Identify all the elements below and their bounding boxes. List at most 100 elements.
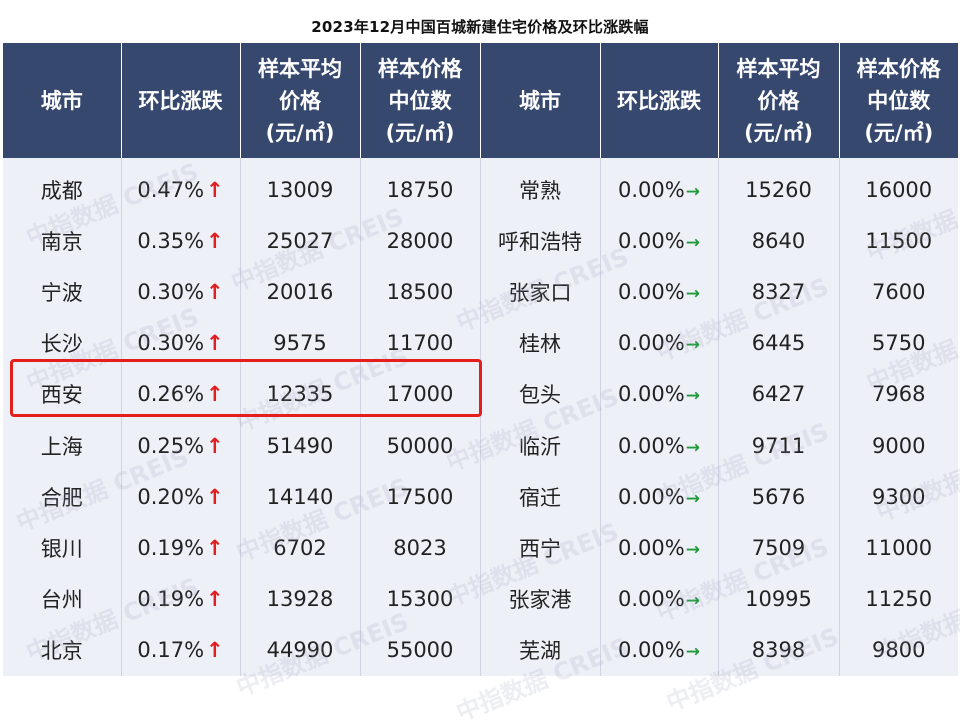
header-unit: (元/㎡) — [265, 120, 335, 145]
avg-price-cell-value: 8327 — [751, 279, 806, 304]
avg-price-cell: 6445 — [717, 317, 839, 369]
arrow-right-icon: → — [685, 232, 700, 253]
city-cell-value: 芜湖 — [519, 639, 561, 664]
arrow-up-icon: ↑ — [206, 177, 224, 202]
median-price-cell: 8023 — [359, 522, 480, 574]
mom-change-cell: 0.20%↑ — [120, 471, 240, 523]
city-cell-value: 南京 — [40, 229, 83, 254]
arrow-up-icon: ↑ — [206, 228, 224, 253]
avg-price-cell: 7509 — [717, 522, 839, 574]
avg-price-cell: 14140 — [239, 471, 360, 523]
arrow-up-icon: ↑ — [206, 279, 224, 304]
mom-change-cell-value: 0.00% — [618, 638, 685, 663]
median-price-cell: 11500 — [838, 215, 958, 267]
header-median-price-right: 样本价格 中位数 (元/㎡) — [838, 43, 958, 158]
mom-change-cell-value: 0.00% — [618, 331, 685, 356]
arrow-up-icon: ↑ — [206, 331, 224, 356]
header-median-line1: 样本价格 — [856, 56, 941, 81]
mom-change-cell: 0.00%→ — [599, 573, 718, 625]
arrow-right-icon: → — [685, 386, 700, 407]
median-price-cell-value: 7968 — [872, 382, 926, 407]
city-cell: 合肥 — [3, 471, 121, 523]
mom-change-cell-value: 0.19% — [137, 535, 205, 560]
avg-price-cell-value: 44990 — [266, 638, 334, 663]
mom-change-cell: 0.30%↑ — [120, 266, 240, 318]
city-cell: 宁波 — [3, 266, 121, 318]
median-price-cell: 15300 — [359, 573, 480, 625]
median-price-cell-value: 11500 — [865, 228, 933, 253]
table-row: 上海 0.25%↑ 51490 50000 临沂 0.00%→ 9711 9000 — [3, 419, 958, 472]
city-cell-value: 临沂 — [519, 434, 561, 459]
mom-change-cell-value: 0.00% — [618, 228, 685, 253]
city-cell-value: 上海 — [40, 434, 83, 459]
header-avg-line2: 价格 — [279, 88, 321, 113]
median-price-cell: 7968 — [838, 368, 958, 420]
mom-change-cell: 0.00%→ — [599, 317, 718, 369]
price-table-container: 城市 环比涨跌 样本平均 价格 (元/㎡) 样本价格 中位数 (元/㎡) 城市 … — [3, 43, 958, 676]
city-cell: 成都 — [3, 158, 121, 216]
avg-price-cell: 15260 — [717, 158, 839, 216]
table-header: 城市 环比涨跌 样本平均 价格 (元/㎡) 样本价格 中位数 (元/㎡) 城市 … — [3, 43, 958, 158]
city-cell: 南京 — [3, 215, 121, 267]
highlight-box-xian — [10, 359, 482, 417]
mom-change-cell: 0.00%→ — [599, 158, 718, 216]
median-price-cell-value: 15300 — [386, 587, 454, 612]
city-cell: 台州 — [3, 573, 121, 625]
header-unit: (元/㎡) — [385, 120, 455, 145]
arrow-right-icon: → — [685, 181, 700, 202]
mom-change-cell: 0.19%↑ — [120, 522, 240, 574]
arrow-right-icon: → — [685, 488, 700, 509]
city-cell: 芜湖 — [479, 624, 600, 676]
avg-price-cell-value: 10995 — [745, 587, 812, 612]
mom-change-cell-value: 0.19% — [137, 587, 205, 612]
avg-price-cell-value: 9575 — [273, 331, 327, 356]
avg-price-cell: 13928 — [239, 573, 360, 625]
median-price-cell-value: 9800 — [872, 638, 926, 663]
avg-price-cell-value: 13928 — [266, 587, 334, 612]
avg-price-cell: 51490 — [239, 419, 360, 472]
median-price-cell: 28000 — [359, 215, 480, 267]
avg-price-cell: 8327 — [717, 266, 839, 318]
mom-change-cell: 0.00%→ — [599, 419, 718, 472]
median-price-cell-value: 9300 — [872, 484, 926, 509]
table-row: 南京 0.35%↑ 25027 28000 呼和浩特 0.00%→ 8640 11500 — [3, 215, 958, 267]
avg-price-cell-value: 25027 — [266, 228, 334, 253]
median-price-cell: 9800 — [838, 624, 958, 676]
table-row: 成都 0.47%↑ 13009 18750 常熟 0.00%→ 15260 16000 — [3, 158, 958, 216]
median-price-cell: 9000 — [838, 419, 958, 472]
median-price-cell-value: 18500 — [386, 279, 454, 304]
mom-change-cell-value: 0.00% — [618, 484, 685, 509]
mom-change-cell-value: 0.00% — [618, 433, 685, 458]
table-row: 台州 0.19%↑ 13928 15300 张家港 0.00%→ 10995 11250 — [3, 573, 958, 625]
median-price-cell: 17500 — [359, 471, 480, 523]
city-cell-value: 常熟 — [519, 178, 561, 203]
mom-change-cell-value: 0.00% — [618, 535, 685, 560]
avg-price-cell-value: 5676 — [751, 484, 806, 509]
avg-price-cell-value: 13009 — [266, 177, 334, 202]
median-price-cell-value: 7600 — [872, 279, 926, 304]
arrow-up-icon: ↑ — [206, 433, 224, 458]
avg-price-cell: 5676 — [717, 471, 839, 523]
avg-price-cell: 9711 — [717, 419, 839, 472]
avg-price-cell-value: 8640 — [751, 228, 806, 253]
median-price-cell-value: 18750 — [386, 177, 454, 202]
mom-change-cell-value: 0.35% — [137, 228, 205, 253]
city-cell: 张家口 — [479, 266, 600, 318]
header-median-line1: 样本价格 — [378, 56, 462, 81]
mom-change-cell: 0.00%→ — [599, 471, 718, 523]
table-row: 合肥 0.20%↑ 14140 17500 宿迁 0.00%→ 5676 9300 — [3, 471, 958, 523]
table-title: 2023年12月中国百城新建住宅价格及环比涨跌幅 — [311, 18, 649, 36]
median-price-cell-value: 16000 — [865, 177, 933, 202]
city-cell-value: 成都 — [40, 178, 83, 203]
city-cell: 上海 — [3, 419, 121, 472]
city-cell: 包头 — [479, 368, 600, 420]
median-price-cell-value: 11700 — [386, 331, 454, 356]
median-price-cell: 18750 — [359, 158, 480, 216]
mom-change-cell: 0.00%→ — [599, 266, 718, 318]
mom-change-cell: 0.47%↑ — [120, 158, 240, 216]
city-cell: 桂林 — [479, 317, 600, 369]
median-price-cell-value: 17500 — [386, 484, 454, 509]
avg-price-cell-value: 15260 — [745, 177, 812, 202]
city-cell-value: 台州 — [40, 588, 83, 613]
mom-change-cell-value: 0.47% — [137, 177, 205, 202]
